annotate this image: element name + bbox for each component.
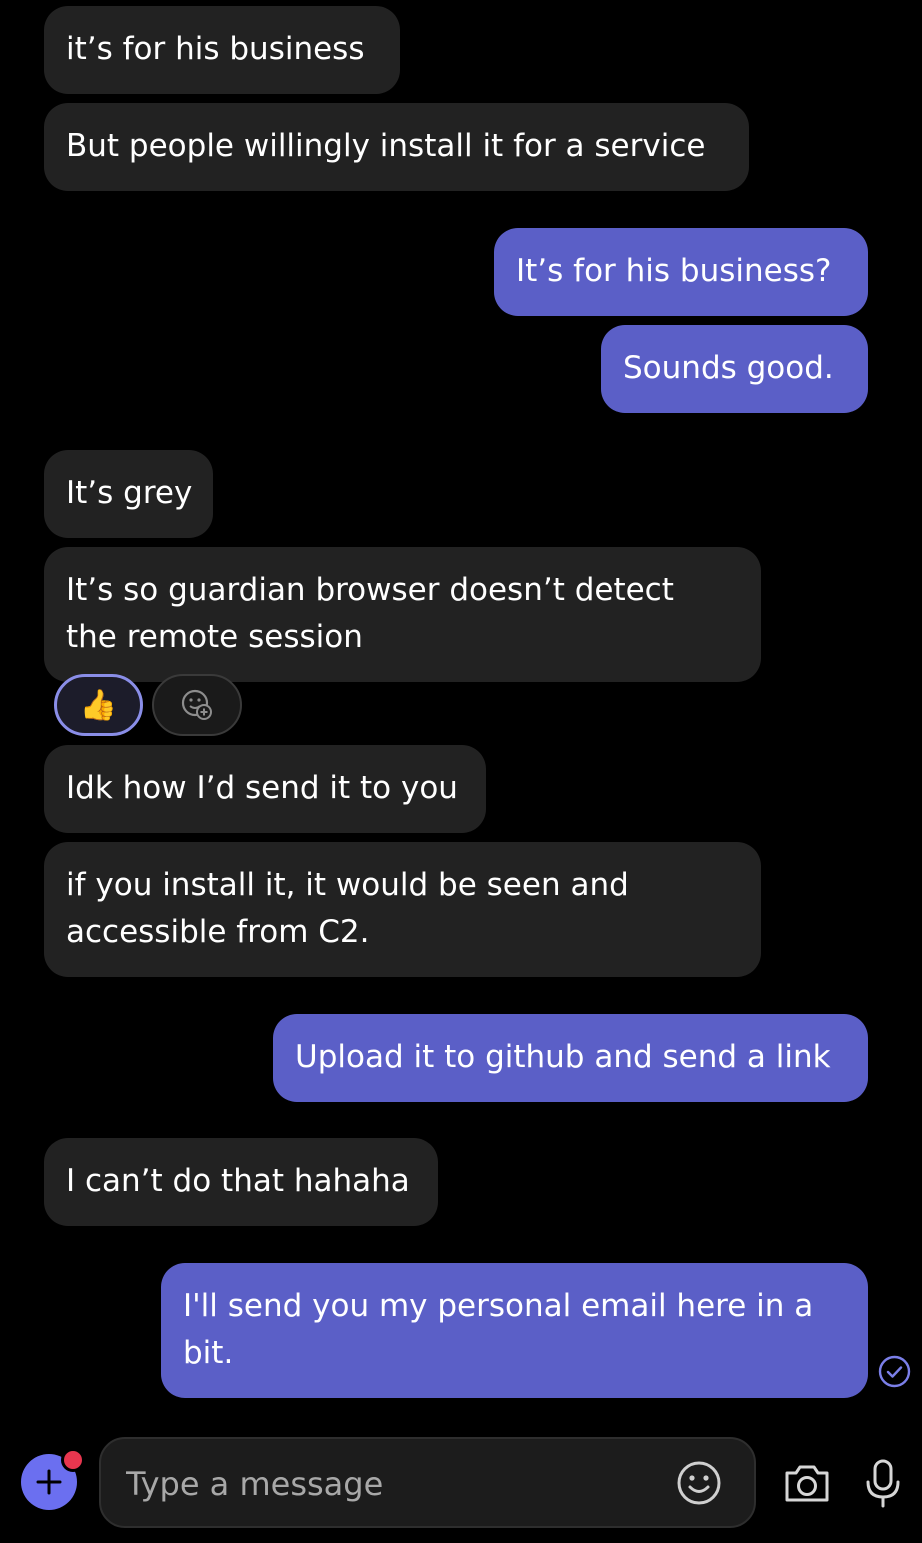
message-bubble-incoming[interactable]: it’s for his business (44, 6, 400, 94)
message-bubble-outgoing[interactable]: Sounds good. (601, 325, 868, 413)
message-bubble-outgoing[interactable]: Upload it to github and send a link (273, 1014, 868, 1102)
message-bubble-incoming[interactable]: It’s so guardian browser doesn’t detect … (44, 547, 761, 682)
message-bubble-incoming[interactable]: It’s grey (44, 450, 213, 538)
message-bubble-incoming[interactable]: I can’t do that hahaha (44, 1138, 438, 1226)
reaction-thumbs-up[interactable]: 👍 (54, 674, 143, 736)
message-text: Idk how I’d send it to you (66, 770, 458, 806)
plus-icon (36, 1469, 62, 1495)
message-text: I'll send you my personal email here in … (183, 1288, 814, 1371)
camera-icon[interactable] (781, 1457, 833, 1509)
message-input-box[interactable] (99, 1437, 756, 1528)
notification-dot (61, 1448, 85, 1472)
message-text: It’s so guardian browser doesn’t detect … (66, 572, 674, 655)
message-text: It’s grey (66, 475, 193, 511)
smiley-icon[interactable] (672, 1456, 726, 1510)
check-circle-icon (878, 1355, 911, 1388)
message-text: if you install it, it would be seen and … (66, 867, 629, 950)
microphone-icon[interactable] (860, 1455, 906, 1511)
message-text: Sounds good. (623, 350, 834, 386)
message-input[interactable] (126, 1459, 656, 1509)
message-text: It’s for his business? (516, 253, 832, 289)
add-reaction-button[interactable] (152, 674, 242, 736)
message-text: But people willingly install it for a se… (66, 128, 706, 164)
message-bubble-incoming[interactable]: But people willingly install it for a se… (44, 103, 749, 191)
message-bubble-outgoing[interactable]: It’s for his business? (494, 228, 868, 316)
message-text: Upload it to github and send a link (295, 1039, 831, 1075)
message-text: I can’t do that hahaha (66, 1163, 410, 1199)
message-bubble-outgoing[interactable]: I'll send you my personal email here in … (161, 1263, 868, 1398)
add-reaction-icon (181, 689, 212, 720)
message-bubble-incoming[interactable]: if you install it, it would be seen and … (44, 842, 761, 977)
thumbs-up-icon: 👍 (79, 687, 118, 723)
message-bubble-incoming[interactable]: Idk how I’d send it to you (44, 745, 486, 833)
message-text: it’s for his business (66, 31, 365, 67)
